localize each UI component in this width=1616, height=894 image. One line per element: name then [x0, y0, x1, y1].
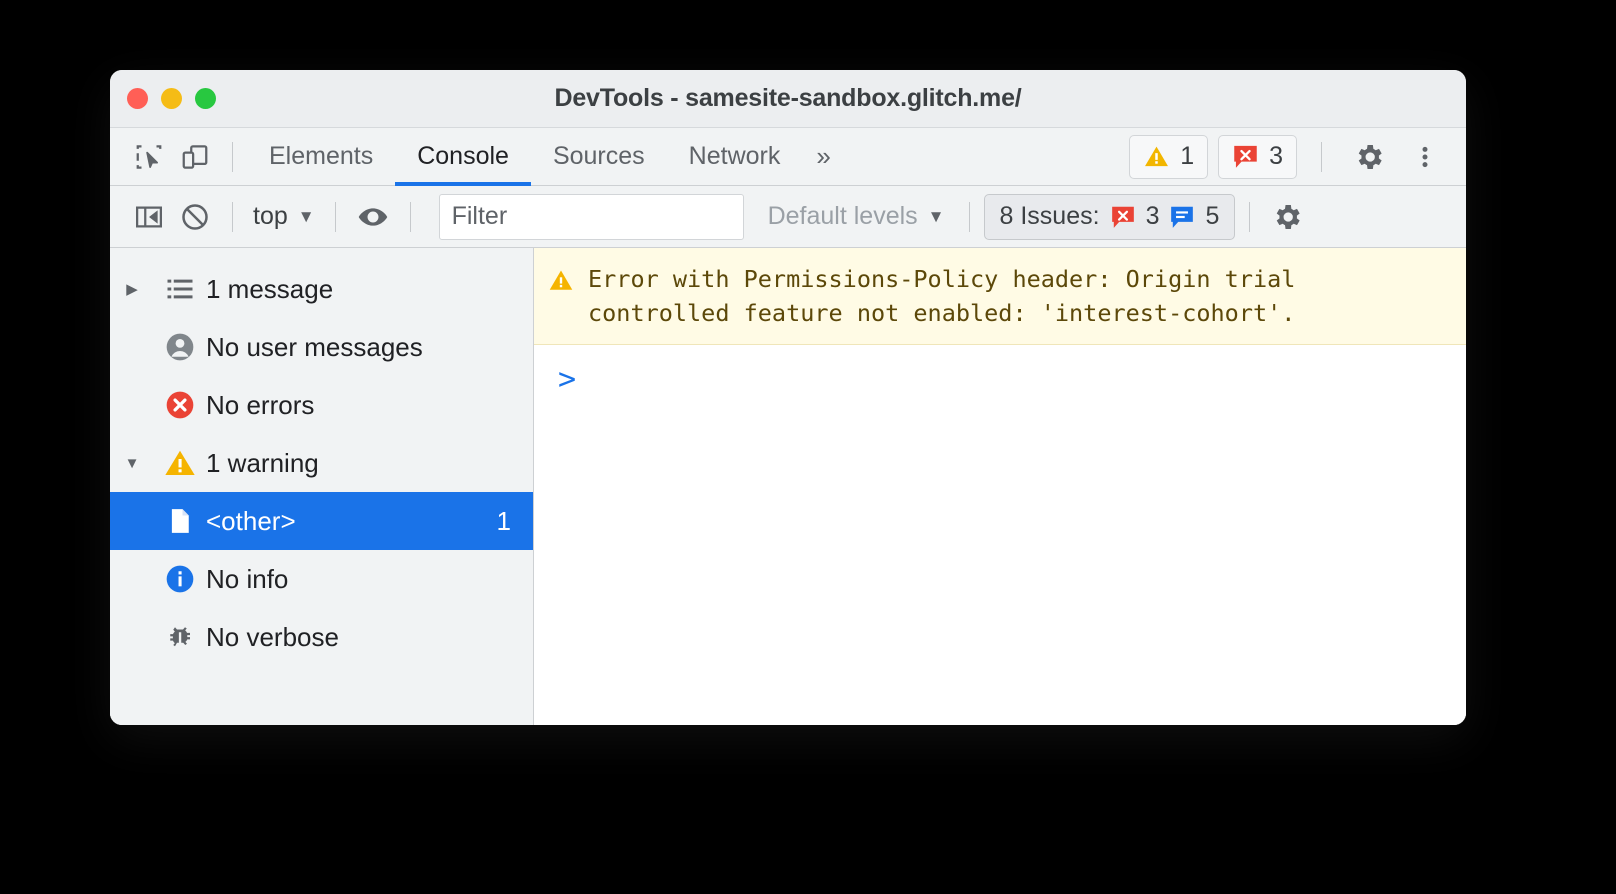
kebab-menu-icon[interactable] — [1402, 135, 1448, 179]
tabbar-divider — [232, 141, 233, 172]
sidebar-item-other[interactable]: <other> 1 — [110, 492, 533, 550]
filter-input[interactable] — [438, 193, 744, 240]
sidebar-toggle-icon[interactable] — [126, 195, 172, 239]
sidebar-item-warnings-label: 1 warning — [206, 447, 319, 478]
person-icon — [154, 331, 206, 363]
tab-console-label: Console — [417, 142, 509, 170]
console-message-warning[interactable]: Error with Permissions-Policy header: Or… — [534, 248, 1466, 345]
log-levels-selector[interactable]: Default levels ▼ — [758, 202, 955, 231]
sidebar-item-other-count: 1 — [496, 505, 511, 536]
sidebar-item-info[interactable]: No info — [110, 550, 533, 608]
eye-icon[interactable] — [350, 195, 396, 239]
panel-tabs: Elements Console Sources Network » — [247, 128, 845, 186]
console-filter-toolbar: top ▼ Default levels ▼ 8 Issues: — [110, 186, 1466, 248]
devtools-window: DevTools - samesite-sandbox.glitch.me/ E… — [110, 70, 1466, 725]
filterbar-divider-1 — [232, 201, 233, 232]
window-title: DevTools - samesite-sandbox.glitch.me/ — [554, 84, 1022, 112]
devtools-tabbar: Elements Console Sources Network » 1 3 — [110, 128, 1466, 186]
log-levels-label: Default levels — [767, 202, 918, 230]
sidebar-item-messages[interactable]: ▶ 1 message — [110, 260, 533, 318]
sidebar-item-other-label: <other> — [206, 505, 296, 536]
console-output[interactable]: Error with Permissions-Policy header: Or… — [534, 248, 1466, 725]
warning-count-label: 1 — [1180, 142, 1195, 170]
maximize-window-button[interactable] — [195, 88, 216, 109]
sidebar-item-warnings[interactable]: ▼ 1 warning — [110, 434, 533, 492]
sidebar-item-messages-label: 1 message — [206, 273, 334, 304]
issues-error-count: 3 — [1145, 202, 1160, 230]
chevron-down-icon: ▼ — [297, 206, 315, 226]
console-sidebar: ▶ 1 message No user messages No errors ▼… — [110, 248, 534, 725]
error-circle-icon — [154, 389, 206, 421]
warning-count-button[interactable]: 1 — [1129, 134, 1209, 179]
console-message-text: Error with Permissions-Policy header: Or… — [588, 265, 1296, 327]
close-window-button[interactable] — [127, 88, 148, 109]
chevron-right-icon[interactable]: ▶ — [110, 280, 154, 298]
filterbar-divider-2 — [334, 201, 336, 232]
sidebar-item-verbose[interactable]: No verbose — [110, 608, 533, 666]
prompt-caret-icon: > — [558, 362, 577, 397]
sidebar-item-errors-label: No errors — [206, 389, 315, 420]
tab-network-label: Network — [688, 142, 781, 170]
window-titlebar: DevTools - samesite-sandbox.glitch.me/ — [110, 70, 1466, 128]
tabbar-right-divider — [1321, 141, 1322, 172]
filterbar-divider-3 — [409, 201, 411, 232]
tab-sources-label: Sources — [552, 142, 645, 170]
error-bubble-icon — [1110, 204, 1136, 230]
warning-triangle-icon — [548, 267, 574, 293]
filterbar-divider-4 — [968, 201, 970, 232]
minimize-window-button[interactable] — [161, 88, 182, 109]
list-icon — [154, 274, 206, 304]
sidebar-item-user-messages-label: No user messages — [206, 331, 423, 362]
warning-triangle-icon — [154, 447, 206, 479]
screenshot-stage: DevTools - samesite-sandbox.glitch.me/ E… — [0, 0, 1616, 894]
tab-console[interactable]: Console — [395, 128, 531, 186]
sidebar-item-errors[interactable]: No errors — [110, 376, 533, 434]
error-bubble-icon — [1232, 143, 1259, 170]
info-circle-icon — [154, 563, 206, 595]
issues-label: 8 Issues: — [999, 202, 1100, 230]
execution-context-selector[interactable]: top ▼ — [247, 202, 321, 231]
chevron-double-right-icon: » — [816, 141, 831, 171]
info-bubble-icon — [1169, 204, 1195, 230]
filterbar-divider-5 — [1249, 201, 1251, 232]
tabbar-status-group: 1 3 — [1129, 134, 1448, 179]
tab-elements-label: Elements — [269, 142, 374, 170]
chevron-down-icon[interactable]: ▼ — [110, 455, 154, 472]
traffic-light-group — [110, 88, 216, 109]
issues-button[interactable]: 8 Issues: 3 5 — [983, 193, 1236, 240]
sidebar-item-verbose-label: No verbose — [206, 621, 339, 652]
tab-overflow-button[interactable]: » — [802, 128, 844, 185]
console-prompt[interactable]: > — [534, 345, 1466, 401]
tab-network[interactable]: Network — [667, 128, 803, 185]
execution-context-label: top — [253, 202, 288, 230]
gear-icon[interactable] — [1346, 135, 1392, 179]
chevron-down-icon: ▼ — [927, 206, 945, 226]
error-count-label: 3 — [1269, 142, 1283, 170]
error-count-button[interactable]: 3 — [1218, 134, 1297, 179]
console-body: ▶ 1 message No user messages No errors ▼… — [110, 248, 1466, 725]
inspect-element-icon[interactable] — [126, 135, 172, 179]
sidebar-item-user-messages[interactable]: No user messages — [110, 318, 533, 376]
tab-sources[interactable]: Sources — [531, 128, 667, 185]
issues-info-count: 5 — [1205, 202, 1220, 230]
clear-console-icon[interactable] — [172, 195, 218, 239]
document-icon — [154, 506, 206, 536]
tab-elements[interactable]: Elements — [247, 128, 395, 185]
device-toolbar-icon[interactable] — [172, 135, 218, 179]
gear-icon[interactable] — [1264, 195, 1310, 239]
bug-icon — [154, 622, 206, 652]
warning-triangle-icon — [1143, 143, 1170, 170]
sidebar-item-info-label: No info — [206, 563, 289, 594]
